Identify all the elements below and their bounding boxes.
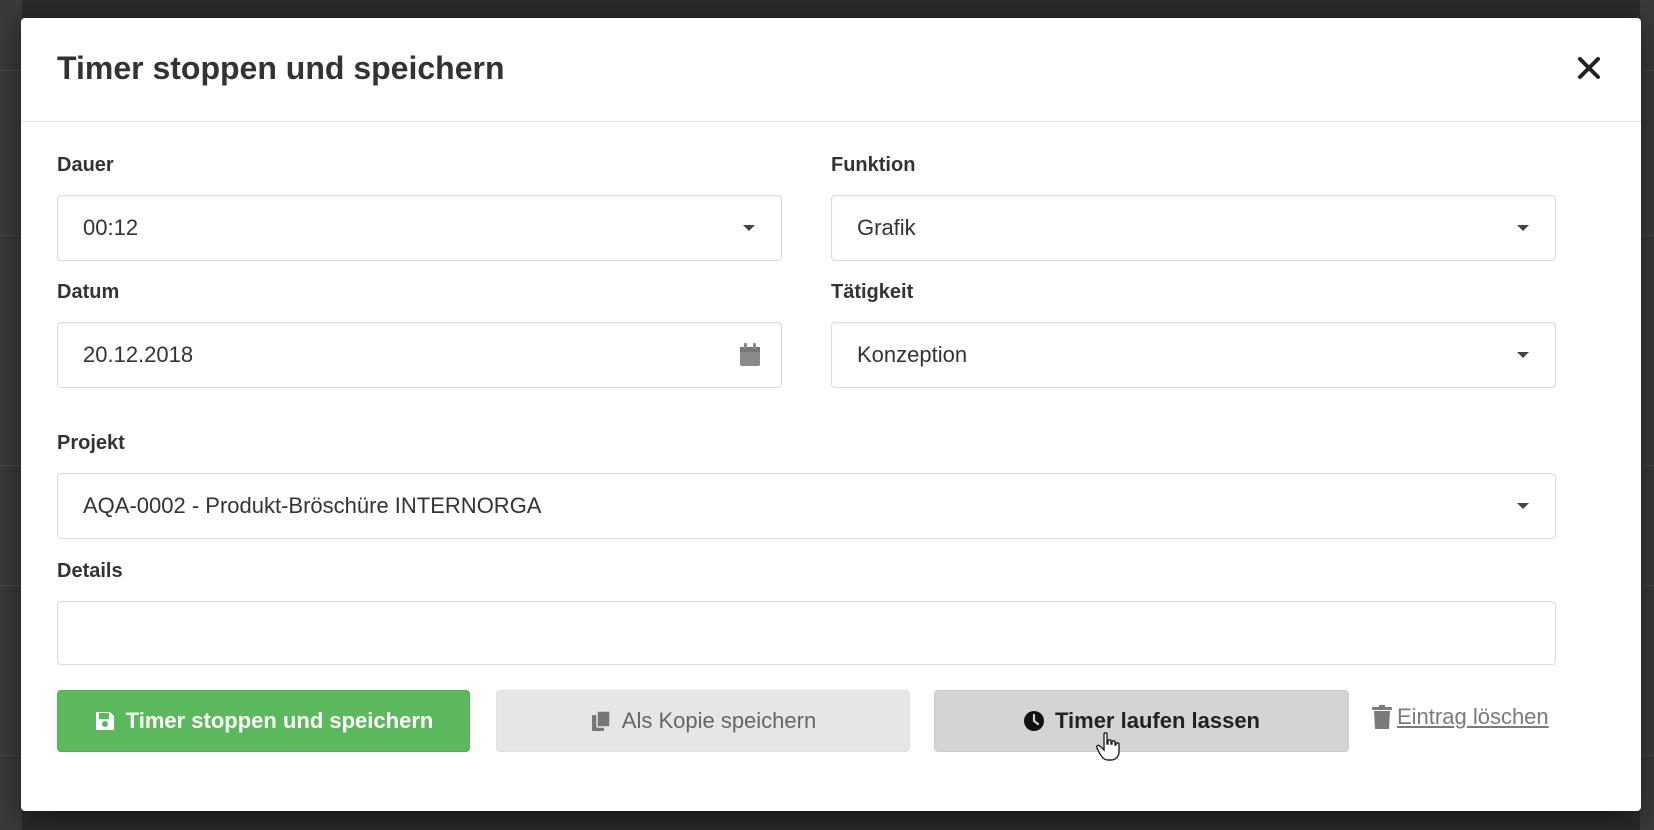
calendar-icon[interactable]	[739, 343, 761, 367]
taetigkeit-value: Konzeption	[857, 342, 968, 367]
delete-entry-link[interactable]: Eintrag löschen	[1371, 704, 1549, 730]
delete-entry-label: Eintrag löschen	[1397, 704, 1549, 729]
keep-timer-running-label: Timer laufen lassen	[1054, 708, 1260, 733]
datum-input[interactable]: 20.12.2018	[57, 322, 782, 388]
modal-title: Timer stoppen und speichern	[57, 50, 505, 86]
caret-down-icon	[1517, 503, 1529, 509]
funktion-select[interactable]: Grafik	[831, 195, 1556, 261]
save-as-copy-label: Als Kopie speichern	[621, 708, 817, 733]
datum-label: Datum	[57, 281, 120, 303]
funktion-label: Funktion	[831, 154, 916, 176]
caret-down-icon	[1517, 225, 1529, 231]
background-right-edge	[1640, 0, 1654, 830]
trash-icon	[1372, 705, 1392, 729]
caret-down-icon	[1517, 352, 1529, 358]
datum-value: 20.12.2018	[83, 342, 194, 367]
modal-header: Timer stoppen und speichern	[21, 18, 1641, 122]
stop-and-save-label: Timer stoppen und speichern	[125, 708, 434, 733]
close-icon	[1578, 57, 1600, 79]
clock-icon	[1023, 711, 1044, 731]
funktion-value: Grafik	[857, 215, 916, 240]
save-as-copy-button[interactable]: Als Kopie speichern	[496, 690, 910, 752]
copy-icon	[591, 710, 611, 731]
timer-stop-modal: Timer stoppen und speichern Dauer 00:12 …	[21, 18, 1641, 811]
keep-timer-running-button[interactable]: Timer laufen lassen	[934, 690, 1349, 752]
dauer-label: Dauer	[57, 154, 114, 176]
projekt-value: AQA-0002 - Produkt-Bröschüre INTERNORGA	[83, 493, 542, 518]
background-left-edge	[0, 0, 22, 830]
floppy-disk-icon	[95, 712, 114, 730]
taetigkeit-select[interactable]: Konzeption	[831, 322, 1556, 388]
details-input[interactable]	[57, 601, 1556, 665]
dauer-select[interactable]: 00:12	[57, 195, 782, 261]
caret-down-icon	[743, 225, 755, 231]
hand-cursor-icon	[1096, 732, 1120, 761]
taetigkeit-label: Tätigkeit	[831, 281, 914, 303]
stop-and-save-button[interactable]: Timer stoppen und speichern	[57, 690, 470, 752]
dauer-value: 00:12	[83, 215, 139, 240]
projekt-label: Projekt	[57, 432, 125, 454]
details-label: Details	[57, 560, 123, 582]
close-button[interactable]	[1575, 54, 1603, 82]
projekt-select[interactable]: AQA-0002 - Produkt-Bröschüre INTERNORGA	[57, 473, 1556, 539]
